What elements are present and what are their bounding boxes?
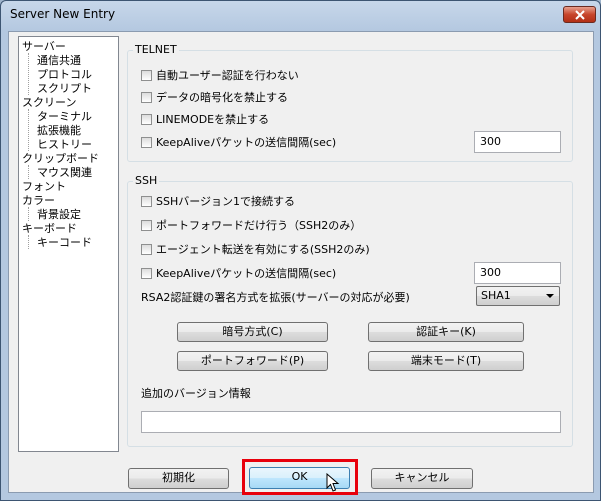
close-button[interactable]	[563, 6, 596, 23]
telnet-keepalive-input[interactable]: 300	[474, 131, 561, 153]
extra-version-input[interactable]	[141, 411, 561, 433]
tree-item-mouse[interactable]: マウス関連	[37, 166, 92, 180]
mouse-cursor-icon	[326, 473, 340, 492]
tree-item-font[interactable]: フォント	[22, 180, 66, 194]
tree-connector	[28, 165, 29, 179]
tree-connector	[28, 207, 29, 221]
reset-button[interactable]: 初期化	[128, 468, 229, 489]
checkbox-box[interactable]	[141, 268, 152, 279]
checkbox-label: 自動ユーザー認証を行わない	[156, 69, 299, 82]
tree-connector	[28, 109, 29, 151]
terminal-mode-button[interactable]: 端末モード(T)	[368, 351, 524, 371]
dialog-client-area: サーバー 通信共通 プロトコル スクリプト スクリーン ターミナル 拡張機能 ヒ…	[8, 31, 594, 495]
auth-key-button[interactable]: 認証キー(K)	[368, 322, 524, 342]
tree-item-protocol[interactable]: プロトコル	[37, 68, 92, 82]
tree-connector	[28, 53, 29, 95]
rsa2-signature-select[interactable]: SHA1	[476, 286, 560, 306]
tree-item-background[interactable]: 背景設定	[37, 208, 81, 222]
checkbox-box[interactable]	[141, 137, 152, 148]
checkbox-label: KeepAliveパケットの送信間隔(sec)	[156, 136, 337, 149]
checkbox-box[interactable]	[141, 70, 152, 81]
checkbox-label: SSHバージョン1で接続する	[156, 195, 296, 208]
rsa2-signature-label: RSA2認証鍵の署名方式を拡張(サーバーの対応が必要)	[141, 291, 410, 304]
chevron-down-icon	[546, 294, 554, 298]
tree-item-extensions[interactable]: 拡張機能	[37, 124, 81, 138]
checkbox-label: KeepAliveパケットの送信間隔(sec)	[156, 267, 337, 280]
checkbox-box[interactable]	[141, 220, 152, 231]
close-icon	[575, 10, 585, 20]
title-bar[interactable]: Server New Entry	[1, 1, 600, 29]
telnet-group-label: TELNET	[133, 43, 179, 57]
checkbox-box[interactable]	[141, 196, 152, 207]
cancel-button[interactable]: キャンセル	[371, 468, 473, 489]
tree-item-script[interactable]: スクリプト	[37, 82, 92, 96]
tree-item-keycode[interactable]: キーコード	[37, 236, 92, 250]
tree-item-clipboard[interactable]: クリップボード	[22, 152, 99, 166]
ssh-keepalive-input[interactable]: 300	[474, 262, 561, 284]
tree-item-terminal[interactable]: ターミナル	[37, 110, 92, 124]
tree-item-keyboard[interactable]: キーボード	[22, 222, 77, 236]
cipher-button[interactable]: 暗号方式(C)	[177, 322, 328, 342]
tree-item-color[interactable]: カラー	[22, 194, 55, 208]
tree-item-server[interactable]: サーバー	[22, 40, 66, 54]
checkbox-label: LINEMODEを禁止する	[156, 113, 270, 126]
rsa2-signature-value: SHA1	[481, 289, 511, 302]
checkbox-box[interactable]	[141, 114, 152, 125]
extra-version-label: 追加のバージョン情報	[141, 387, 251, 400]
ssh-group-label: SSH	[133, 174, 160, 188]
checkbox-box[interactable]	[141, 92, 152, 103]
port-forward-button[interactable]: ポートフォワード(P)	[177, 351, 328, 371]
settings-tree[interactable]: サーバー 通信共通 プロトコル スクリプト スクリーン ターミナル 拡張機能 ヒ…	[18, 36, 119, 452]
checkbox-label: ポートフォワードだけ行う（SSH2のみ）	[156, 219, 362, 232]
server-new-entry-dialog: Server New Entry サーバー 通信共通 プロトコル スクリプト ス…	[0, 0, 601, 501]
checkbox-box[interactable]	[141, 244, 152, 255]
tree-item-common[interactable]: 通信共通	[37, 54, 81, 68]
checkbox-label: データの暗号化を禁止する	[156, 91, 288, 104]
tree-item-screen[interactable]: スクリーン	[22, 96, 76, 110]
tree-item-history[interactable]: ヒストリー	[37, 138, 92, 152]
tree-connector	[28, 235, 29, 249]
checkbox-label: エージェント転送を有効にする(SSH2のみ)	[156, 243, 370, 256]
window-title: Server New Entry	[10, 7, 116, 21]
